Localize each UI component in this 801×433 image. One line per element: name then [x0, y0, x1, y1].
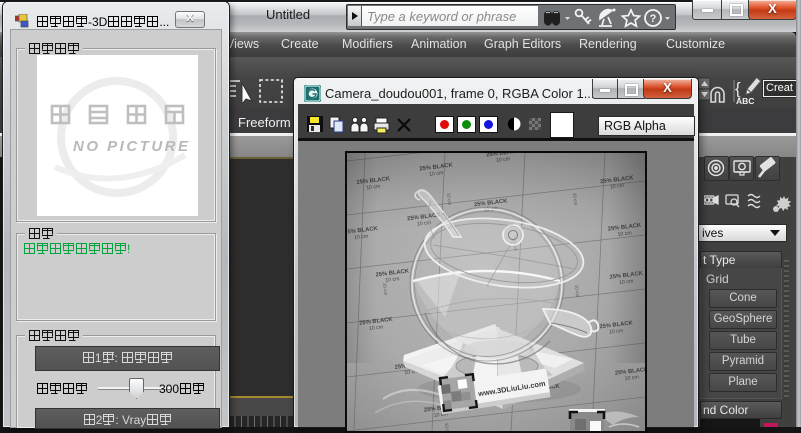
- svg-text:ABC: ABC: [736, 96, 754, 106]
- svg-text:NO PICTURE: NO PICTURE: [73, 138, 191, 155]
- svg-text:?: ?: [650, 13, 657, 25]
